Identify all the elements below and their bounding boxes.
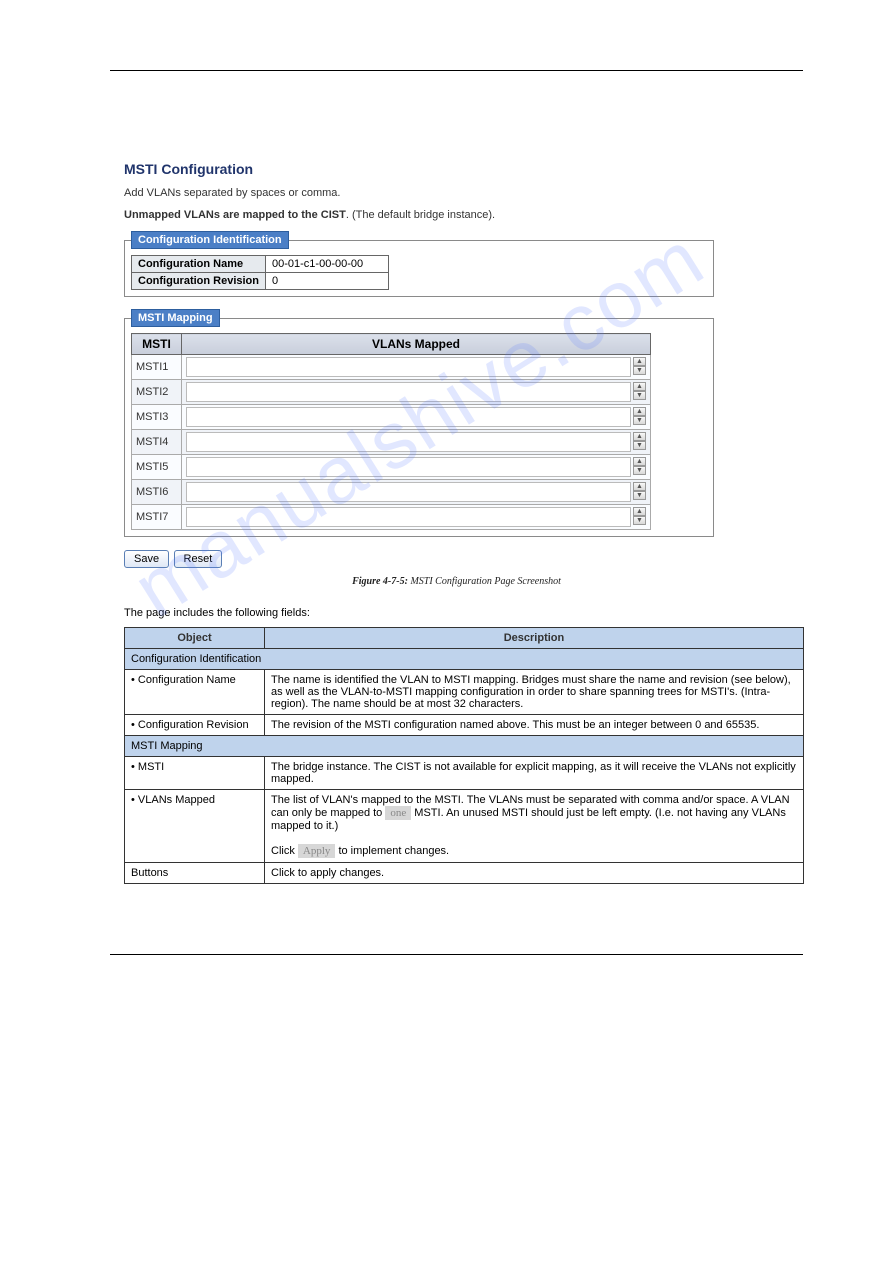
spin-down-icon[interactable]: ▼ <box>633 441 646 450</box>
vlans-click-end: to implement changes. <box>335 845 449 857</box>
hint-line-1: Add VLANs separated by spaces or comma. <box>124 187 714 199</box>
spin-down-icon[interactable]: ▼ <box>633 466 646 475</box>
desc-msti: The bridge instance. The CIST is not ava… <box>265 757 804 790</box>
msti-label: MSTI1 <box>132 355 182 380</box>
table-row: MSTI7▲▼ <box>132 505 651 530</box>
msti-vlans-cell: ▲▼ <box>182 480 651 505</box>
spin-up-icon[interactable]: ▲ <box>633 507 646 516</box>
cfg-rev-label: Configuration Revision <box>132 273 266 290</box>
spin-down-icon[interactable]: ▼ <box>633 491 646 500</box>
msti-label: MSTI4 <box>132 430 182 455</box>
apply-highlight: Apply <box>298 844 336 858</box>
cfg-rev-input[interactable] <box>272 275 382 287</box>
msti-vlans-cell: ▲▼ <box>182 405 651 430</box>
spin-up-icon[interactable]: ▲ <box>633 382 646 391</box>
hdr-object: Object <box>125 628 265 649</box>
spin-down-icon[interactable]: ▼ <box>633 366 646 375</box>
spin-down-icon[interactable]: ▼ <box>633 516 646 525</box>
spin-up-icon[interactable]: ▲ <box>633 432 646 441</box>
legend-msti-mapping: MSTI Mapping <box>131 309 220 327</box>
top-rule <box>110 70 803 71</box>
desc-buttons: Click to apply changes. <box>265 863 804 884</box>
spin-up-icon[interactable]: ▲ <box>633 357 646 366</box>
reset-button[interactable]: Reset <box>174 550 223 568</box>
fieldset-msti-mapping: MSTI Mapping MSTI VLANs Mapped MSTI1▲▼MS… <box>124 309 714 537</box>
page-title: MSTI Configuration <box>124 161 714 177</box>
hint-line-2: Unmapped VLANs are mapped to the CIST. (… <box>124 209 714 221</box>
msti-label: MSTI3 <box>132 405 182 430</box>
vlans-click: Click <box>271 845 298 857</box>
figure-caption: Figure 4-7-5: MSTI Configuration Page Sc… <box>110 576 803 587</box>
vlans-mapped-input[interactable] <box>186 507 631 527</box>
obj-buttons: Buttons <box>125 863 265 884</box>
table-row: MSTI2▲▼ <box>132 380 651 405</box>
vlans-mapped-input[interactable] <box>186 457 631 477</box>
section-config-id: Configuration Identification <box>125 649 804 670</box>
description-table: Object Description Configuration Identif… <box>124 627 804 884</box>
cfg-name-label: Configuration Name <box>132 256 266 273</box>
msti-vlans-cell: ▲▼ <box>182 380 651 405</box>
below-text: The page includes the following fields: <box>124 607 803 619</box>
spin-down-icon[interactable]: ▼ <box>633 416 646 425</box>
section-msti-map: MSTI Mapping <box>125 736 804 757</box>
spin-up-icon[interactable]: ▲ <box>633 407 646 416</box>
vlans-mapped-input[interactable] <box>186 407 631 427</box>
msti-vlans-cell: ▲▼ <box>182 455 651 480</box>
spin-up-icon[interactable]: ▲ <box>633 482 646 491</box>
table-row: MSTI6▲▼ <box>132 480 651 505</box>
obj-vlans-mapped: • VLANs Mapped <box>125 790 265 863</box>
desc-cfg-rev: The revision of the MSTI configuration n… <box>265 715 804 736</box>
config-id-table: Configuration Name Configuration Revisio… <box>131 255 389 290</box>
vlans-mapped-input[interactable] <box>186 357 631 377</box>
msti-label: MSTI7 <box>132 505 182 530</box>
button-row: Save Reset <box>124 549 803 568</box>
vlans-mapped-input[interactable] <box>186 432 631 452</box>
msti-label: MSTI5 <box>132 455 182 480</box>
col-vlans: VLANs Mapped <box>182 334 651 355</box>
hint-bold: Unmapped VLANs are mapped to the CIST <box>124 209 346 221</box>
table-row: MSTI3▲▼ <box>132 405 651 430</box>
vlans-mapped-input[interactable] <box>186 482 631 502</box>
msti-label: MSTI2 <box>132 380 182 405</box>
msti-label: MSTI6 <box>132 480 182 505</box>
fieldset-config-id: Configuration Identification Configurati… <box>124 231 714 297</box>
obj-cfg-name: • Configuration Name <box>125 670 265 715</box>
obj-cfg-rev: • Configuration Revision <box>125 715 265 736</box>
figure-caption-label: Figure 4-7-5: <box>352 576 408 587</box>
table-row: MSTI1▲▼ <box>132 355 651 380</box>
msti-vlans-cell: ▲▼ <box>182 355 651 380</box>
legend-config-id: Configuration Identification <box>131 231 289 249</box>
screenshot-panel: manualshive.com MSTI Configuration Add V… <box>124 161 714 537</box>
one-highlight: one <box>385 806 411 820</box>
hint-tail: . (The default bridge instance). <box>346 209 495 221</box>
msti-vlans-cell: ▲▼ <box>182 430 651 455</box>
msti-vlans-cell: ▲▼ <box>182 505 651 530</box>
bottom-rule <box>110 954 803 955</box>
col-msti: MSTI <box>132 334 182 355</box>
msti-map-table: MSTI VLANs Mapped MSTI1▲▼MSTI2▲▼MSTI3▲▼M… <box>131 333 651 530</box>
spin-up-icon[interactable]: ▲ <box>633 457 646 466</box>
save-button[interactable]: Save <box>124 550 169 568</box>
figure-caption-text: MSTI Configuration Page Screenshot <box>408 576 561 587</box>
table-row: MSTI5▲▼ <box>132 455 651 480</box>
cfg-name-input[interactable] <box>272 258 382 270</box>
desc-cfg-name: The name is identified the VLAN to MSTI … <box>265 670 804 715</box>
desc-vlans-mapped: The list of VLAN's mapped to the MSTI. T… <box>265 790 804 863</box>
hdr-description: Description <box>265 628 804 649</box>
vlans-mapped-input[interactable] <box>186 382 631 402</box>
obj-msti: • MSTI <box>125 757 265 790</box>
spin-down-icon[interactable]: ▼ <box>633 391 646 400</box>
table-row: MSTI4▲▼ <box>132 430 651 455</box>
